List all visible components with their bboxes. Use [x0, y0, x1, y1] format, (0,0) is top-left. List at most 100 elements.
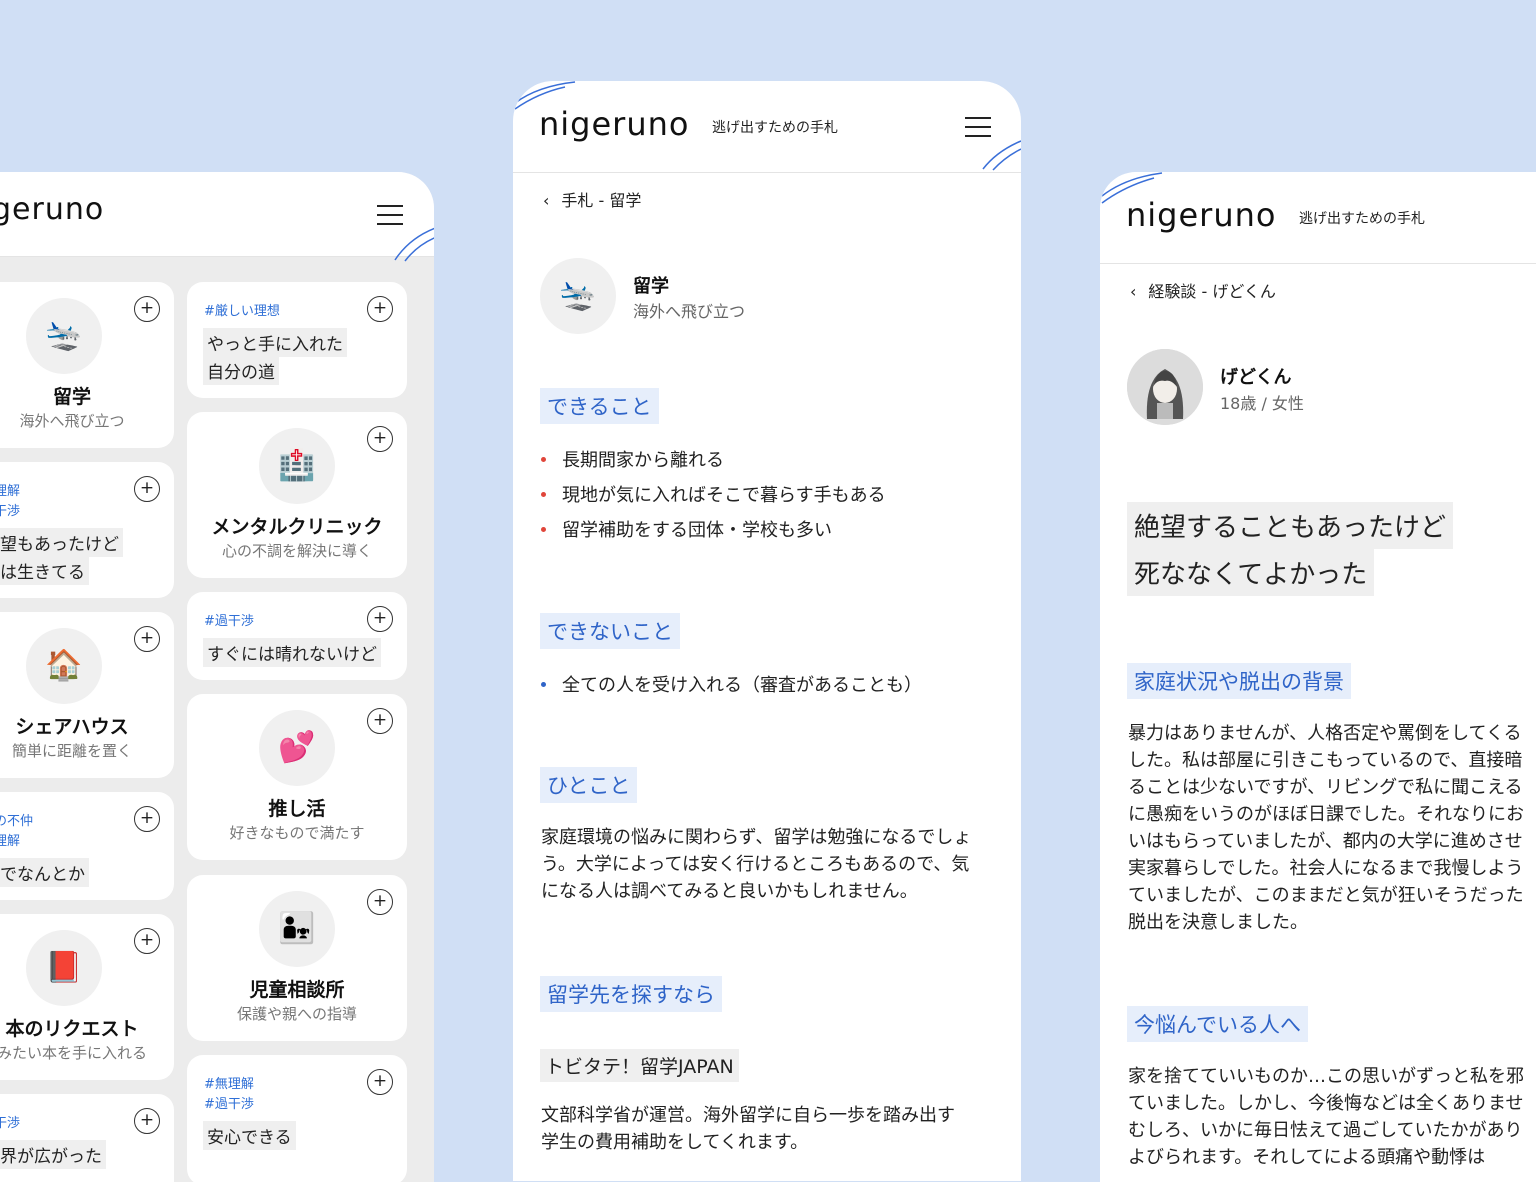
section-heading-cannot: できないこと: [540, 613, 680, 649]
breadcrumb-label: 経験談 - げどくん: [1148, 282, 1276, 301]
chevron-left-icon: ‹: [1130, 282, 1137, 301]
quote-line: 望もあったけど: [0, 528, 123, 557]
card-title: メンタルクリニック: [211, 516, 383, 538]
quote-card[interactable]: #無理解 #過干渉 + 安心できる: [187, 1055, 407, 1182]
quote-line: すぐには晴れないけど: [203, 638, 381, 667]
logo[interactable]: geruno: [0, 192, 104, 227]
decorative-swoosh-icon: [394, 227, 434, 262]
logo[interactable]: nigeruno: [1126, 196, 1276, 234]
card-subtitle: 海外へ飛び立つ: [19, 412, 125, 430]
tagline: 逃げ出すための手札: [712, 120, 838, 136]
background-paragraph: 暴力はありませんが、人格否定や罵倒をしてくる した。私は部屋に引きこもっているの…: [1128, 723, 1524, 933]
headline-quote: 絶望することもあったけど: [1127, 502, 1454, 549]
page-title: 留学: [633, 276, 669, 297]
tag[interactable]: 理解: [0, 830, 20, 849]
quote-card[interactable]: 干渉 + 界が広がった: [0, 1094, 174, 1182]
airplane-arrival-icon: 🛬: [540, 258, 616, 334]
add-button[interactable]: +: [134, 476, 160, 502]
card-title: 児童相談所: [249, 979, 345, 1001]
chevron-left-icon: ‹: [543, 191, 550, 210]
red-bullet-icon: [541, 526, 546, 532]
item-card[interactable]: 🏠 + シェアハウス 簡単に距離を置く: [0, 612, 174, 778]
resource-name[interactable]: トビタテ！留学JAPAN: [540, 1049, 739, 1082]
section-heading-background: 家庭状況や脱出の背景: [1127, 663, 1351, 699]
hearts-icon: 💕: [259, 710, 335, 786]
tag[interactable]: の不仲: [0, 810, 33, 829]
hospital-icon: 🏥: [259, 428, 335, 504]
section-heading-find: 留学先を探すなら: [540, 976, 722, 1012]
decorative-swoosh-icon: [982, 140, 1021, 171]
item-card[interactable]: 📕 + 本のリクエスト みたい本を手に入れる: [0, 914, 174, 1080]
user-name: げどくん: [1220, 367, 1292, 388]
add-button[interactable]: +: [367, 889, 393, 915]
add-button[interactable]: +: [134, 1108, 160, 1134]
airplane-arrival-icon: 🛬: [26, 298, 102, 374]
right-phone-screen: nigeruno 逃げ出すための手札 ‹ 経験談 - げどくん げどくん 18歳 …: [1100, 172, 1536, 1182]
quote-line: でなんとか: [0, 858, 89, 887]
quote-line: は生きてる: [0, 556, 89, 585]
quote-line: やっと手に入れた: [203, 328, 347, 357]
add-button[interactable]: +: [367, 1069, 393, 1095]
blue-bullet-icon: [541, 681, 546, 687]
card-subtitle: 保護や親への指導: [236, 1005, 357, 1023]
left-phone-screen: geruno 🛬 + 留学 海外へ飛び立つ 理解 干渉 + 望もあったけど は生…: [0, 172, 434, 1182]
tag[interactable]: 干渉: [0, 1112, 20, 1131]
page-subtitle: 海外へ飛び立つ: [633, 302, 746, 321]
add-button[interactable]: +: [134, 626, 160, 652]
add-button[interactable]: +: [367, 296, 393, 322]
list-item: 現地が気に入ればそこで暮らす手もある: [541, 481, 886, 507]
quote-line: 安心できる: [203, 1121, 296, 1150]
hamburger-menu-icon[interactable]: [965, 117, 991, 137]
section-heading-message: 今悩んでいる人へ: [1127, 1006, 1308, 1042]
right-header: nigeruno 逃げ出すための手札: [1100, 172, 1536, 264]
section-heading-comment: ひとこと: [540, 767, 638, 803]
tagline: 逃げ出すための手札: [1299, 211, 1425, 227]
card-subtitle: 心の不調を解決に導く: [221, 542, 372, 560]
center-phone-screen: nigeruno 逃げ出すための手札 ‹ 手札 - 留学 🛬 留学 海外へ飛び立つ…: [513, 81, 1021, 1181]
quote-line: 自分の道: [203, 356, 279, 385]
comment-paragraph: 家庭環境の悩みに関わらず、留学は勉強になるでしょ う。大学によっては安く行けると…: [541, 827, 972, 902]
quote-line: 界が広がった: [0, 1140, 106, 1169]
card-subtitle: 好きなもので満たす: [229, 824, 365, 842]
item-card[interactable]: 👨‍👧 + 児童相談所 保護や親への指導: [187, 875, 407, 1041]
breadcrumb-label: 手札 - 留学: [561, 191, 642, 210]
tag[interactable]: #厳しい理想: [204, 300, 280, 319]
user-avatar: [1127, 349, 1203, 425]
tag[interactable]: #過干渉: [204, 610, 254, 629]
section-heading-can: できること: [540, 388, 659, 424]
add-button[interactable]: +: [134, 928, 160, 954]
add-button[interactable]: +: [367, 426, 393, 452]
breadcrumb[interactable]: ‹ 手札 - 留学: [543, 187, 641, 211]
item-card[interactable]: 🏥 + メンタルクリニック 心の不調を解決に導く: [187, 412, 407, 578]
quote-card[interactable]: #過干渉 + すぐには晴れないけど: [187, 592, 407, 680]
house-icon: 🏠: [26, 628, 102, 704]
hamburger-menu-icon[interactable]: [377, 205, 403, 225]
tag[interactable]: #無理解: [204, 1073, 254, 1092]
tag[interactable]: #過干渉: [204, 1093, 254, 1112]
item-card[interactable]: 🛬 + 留学 海外へ飛び立つ: [0, 282, 174, 448]
quote-card[interactable]: 理解 干渉 + 望もあったけど は生きてる: [0, 462, 174, 598]
left-header: geruno: [0, 172, 434, 262]
card-title: 推し活: [268, 798, 326, 820]
tag[interactable]: 理解: [0, 480, 20, 499]
avatar-illustration-icon: [1127, 349, 1203, 425]
logo[interactable]: nigeruno: [539, 105, 689, 143]
message-paragraph: 家を捨てていいものか…この思いがずっと私を邪 ていました。しかし、今後悔などは全…: [1128, 1066, 1524, 1168]
card-subtitle: みたい本を手に入れる: [0, 1044, 147, 1062]
quote-card[interactable]: の不仲 理解 + でなんとか: [0, 792, 174, 900]
red-bullet-icon: [541, 456, 546, 462]
red-bullet-icon: [541, 491, 546, 497]
add-button[interactable]: +: [367, 708, 393, 734]
user-meta: 18歳 / 女性: [1220, 394, 1304, 413]
add-button[interactable]: +: [367, 606, 393, 632]
breadcrumb[interactable]: ‹ 経験談 - げどくん: [1130, 278, 1276, 302]
quote-card[interactable]: #厳しい理想 + やっと手に入れた 自分の道: [187, 282, 407, 398]
card-subtitle: 簡単に距離を置く: [11, 742, 132, 760]
add-button[interactable]: +: [134, 296, 160, 322]
tag[interactable]: 干渉: [0, 500, 20, 519]
book-icon: 📕: [26, 930, 102, 1006]
add-button[interactable]: +: [134, 806, 160, 832]
resource-description: 文部科学省が運営。海外留学に自ら一歩を踏み出す 学生の費用補助をしてくれます。: [541, 1105, 955, 1153]
item-card[interactable]: 💕 + 推し活 好きなもので満たす: [187, 694, 407, 860]
center-header: nigeruno 逃げ出すための手札: [513, 81, 1021, 173]
